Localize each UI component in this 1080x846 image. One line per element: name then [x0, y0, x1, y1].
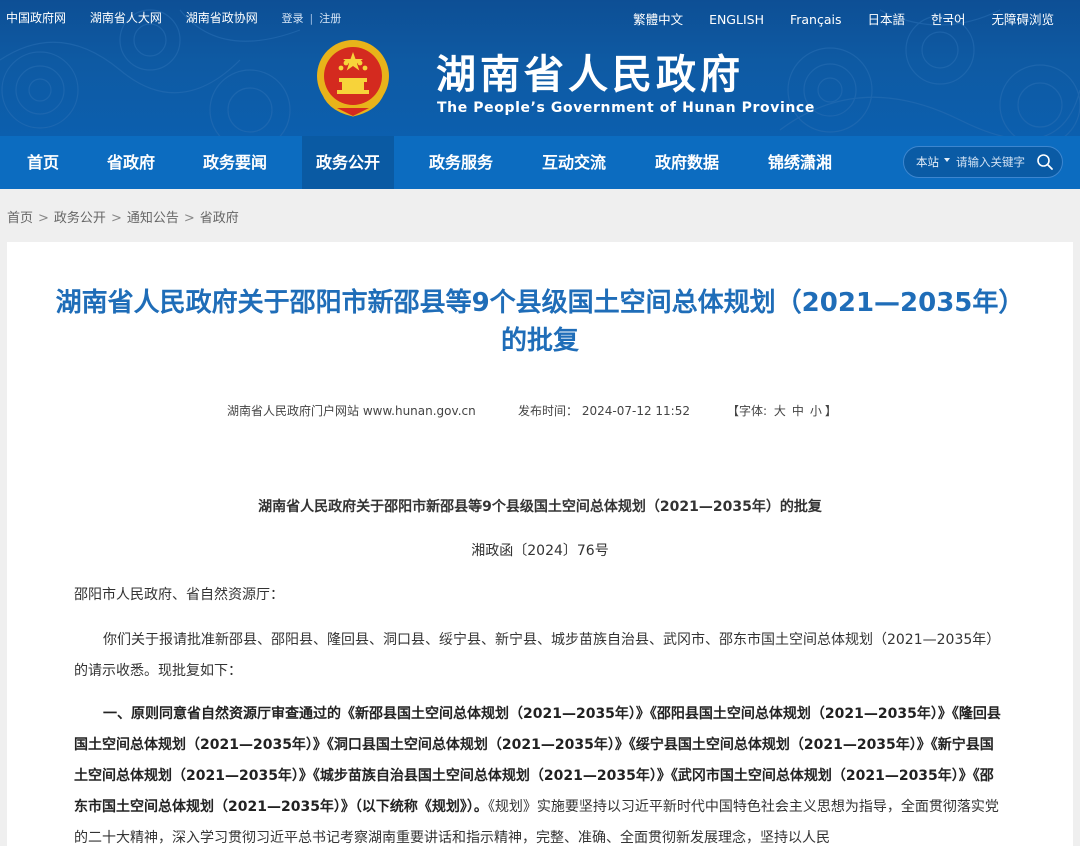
breadcrumb-provincial-government[interactable]: 省政府: [200, 211, 239, 226]
nav-government-data[interactable]: 政府数据: [644, 136, 730, 189]
nav-government-openness[interactable]: 政务公开: [302, 136, 394, 189]
site-subtitle: The People’s Government of Hunan Provinc…: [437, 100, 815, 116]
document-number: 湘政函〔2024〕76号: [471, 543, 609, 559]
font-size-close: 】: [824, 404, 837, 418]
breadcrumb-separator: >: [110, 211, 122, 226]
lang-korean[interactable]: 한국어: [931, 12, 966, 27]
nav-provincial-government[interactable]: 省政府: [93, 136, 169, 189]
article-meta: 湖南省人民政府门户网站 www.hunan.gov.cn 发布时间： 2024-…: [7, 402, 1073, 422]
language-links: 繁體中文 ENGLISH Français 日本語 한국어 无障碍浏览: [611, 9, 1054, 28]
salutation: 邵阳市人民政府、省自然资源厅：: [74, 587, 284, 603]
top-link-gov-cn[interactable]: 中国政府网: [6, 11, 66, 25]
chevron-down-icon[interactable]: [944, 158, 950, 162]
breadcrumb-government-openness[interactable]: 政务公开: [54, 211, 106, 226]
nav-jinxiu-xiaoxiang[interactable]: 锦绣潇湘: [757, 136, 843, 189]
publish-time: 2024-07-12 11:52: [581, 404, 690, 418]
nav-home[interactable]: 首页: [10, 136, 76, 189]
font-size-medium[interactable]: 中: [792, 404, 804, 418]
font-size-label: 【字体:: [727, 404, 768, 418]
nav-government-services[interactable]: 政务服务: [418, 136, 504, 189]
lang-traditional-chinese[interactable]: 繁體中文: [633, 12, 683, 27]
lang-english[interactable]: ENGLISH: [709, 12, 764, 27]
lang-french[interactable]: Français: [790, 12, 842, 27]
article-card: 湖南省人民政府关于邵阳市新邵县等9个县级国土空间总体规划（2021—2035年）…: [7, 242, 1073, 846]
article-source: 湖南省人民政府门户网站 www.hunan.gov.cn: [227, 404, 476, 418]
header-banner: 中国政府网 湖南省人大网 湖南省政协网 登录 | 注册 繁體中文 ENGLISH F…: [0, 0, 1080, 136]
search-input[interactable]: [956, 152, 1040, 172]
auth-separator: |: [309, 12, 314, 25]
font-size-large[interactable]: 大: [774, 404, 786, 418]
breadcrumb-separator: >: [183, 211, 195, 226]
nav-government-news[interactable]: 政务要闻: [192, 136, 278, 189]
publish-label: 发布时间：: [518, 404, 579, 418]
font-size-switcher: 【字体: 大中小】: [727, 402, 837, 419]
search-icon[interactable]: [1036, 153, 1054, 171]
national-emblem-icon: [317, 40, 389, 117]
font-size-small[interactable]: 小: [810, 404, 822, 418]
site-title: 湖南省人民政府: [436, 51, 744, 98]
breadcrumb-notices[interactable]: 通知公告: [127, 211, 179, 226]
nav-interaction[interactable]: 互动交流: [531, 136, 617, 189]
top-link-hunan-cppcc[interactable]: 湖南省政协网: [186, 11, 258, 25]
search-box: 本站: [903, 146, 1063, 178]
search-scope-select[interactable]: 本站: [916, 154, 939, 170]
top-links: 中国政府网 湖南省人大网 湖南省政协网 登录 | 注册: [6, 9, 341, 26]
breadcrumb-home[interactable]: 首页: [7, 211, 33, 226]
paragraph-request: 你们关于报请批准新邵县、邵阳县、隆回县、洞口县、绥宁县、新宁县、城步苗族自治县、…: [74, 632, 1001, 679]
document-heading: 湖南省人民政府关于邵阳市新邵县等9个县级国土空间总体规划（2021—2035年）…: [258, 499, 822, 515]
breadcrumb-separator: >: [38, 211, 49, 226]
breadcrumb: 首页 > 政务公开 > 通知公告 > 省政府: [7, 207, 239, 226]
login-link[interactable]: 登录: [282, 12, 304, 25]
accessibility-link[interactable]: 无障碍浏览: [991, 12, 1054, 27]
top-link-hunan-npc[interactable]: 湖南省人大网: [90, 11, 162, 25]
article-title: 湖南省人民政府关于邵阳市新邵县等9个县级国土空间总体规划（2021—2035年）…: [55, 288, 1025, 356]
register-link[interactable]: 注册: [319, 12, 341, 25]
paragraph-approval: 一、原则同意省自然资源厅审查通过的《新邵县国土空间总体规划（2021—2035年…: [74, 699, 1004, 846]
lang-japanese[interactable]: 日本語: [867, 12, 905, 27]
publish-info: 发布时间： 2024-07-12 11:52: [518, 402, 690, 419]
